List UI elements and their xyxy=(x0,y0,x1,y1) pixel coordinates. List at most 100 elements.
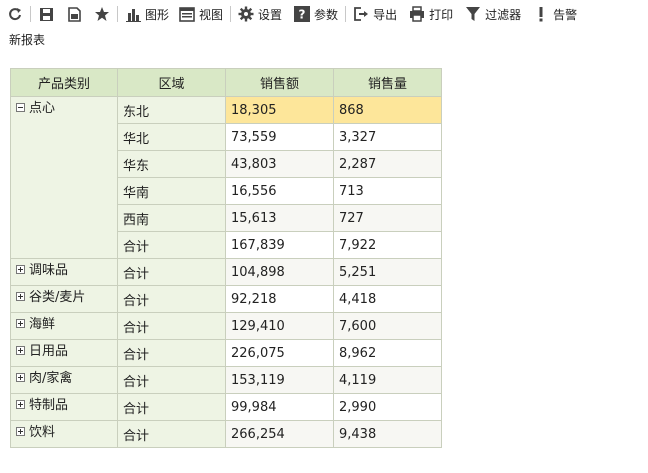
print-button-label: 打印 xyxy=(429,7,454,22)
sales-cell: 167,839 xyxy=(225,231,334,259)
export-button[interactable]: 导出 xyxy=(353,0,397,28)
alert-button[interactable]: 告警 xyxy=(533,0,577,28)
sales-cell: 153,119 xyxy=(225,366,334,394)
gear-icon xyxy=(238,6,254,22)
sales-cell: 16,556 xyxy=(225,177,334,205)
column-header-region[interactable]: 区域 xyxy=(117,68,226,97)
expand-toggle-icon[interactable] xyxy=(16,265,25,274)
region-cell: 华南 xyxy=(117,177,226,205)
funnel-icon xyxy=(465,6,481,22)
sales-cell: 15,613 xyxy=(225,204,334,232)
table-row[interactable]: 海鲜 合计 129,410 7,600 xyxy=(10,312,442,340)
export-button-label: 导出 xyxy=(373,7,398,22)
question-icon: ? xyxy=(294,6,311,22)
print-button[interactable]: 打印 xyxy=(409,0,453,28)
favorite-button[interactable] xyxy=(94,0,110,28)
table-header-row: 产品类别 区域 销售额 销售量 xyxy=(10,68,442,97)
exclamation-icon xyxy=(533,6,549,22)
quantity-cell: 727 xyxy=(333,204,442,232)
category-cell-dianxin[interactable]: 点心 xyxy=(10,96,118,259)
sales-cell: 266,254 xyxy=(225,420,334,448)
refresh-button[interactable] xyxy=(7,0,23,28)
category-label: 特制品 xyxy=(29,398,69,413)
params-button-label: 参数 xyxy=(314,7,339,22)
expand-toggle-icon[interactable] xyxy=(16,292,25,301)
column-header-sales[interactable]: 销售额 xyxy=(225,68,334,97)
star-icon xyxy=(94,6,110,22)
category-cell[interactable]: 谷类/麦片 xyxy=(10,285,118,313)
quantity-cell: 3,327 xyxy=(333,123,442,151)
region-cell: 合计 xyxy=(117,285,226,313)
sales-cell: 226,075 xyxy=(225,339,334,367)
filter-button[interactable]: 过滤器 xyxy=(465,0,521,28)
sales-cell: 92,218 xyxy=(225,285,334,313)
column-header-category[interactable]: 产品类别 xyxy=(10,68,118,97)
view-button[interactable]: 视图 xyxy=(179,0,223,28)
sales-cell: 104,898 xyxy=(225,258,334,286)
view-button-label: 视图 xyxy=(199,7,224,22)
quantity-cell: 8,962 xyxy=(333,339,442,367)
region-cell: 合计 xyxy=(117,312,226,340)
category-label: 谷类/麦片 xyxy=(29,290,86,305)
svg-text:?: ? xyxy=(299,8,306,22)
refresh-icon xyxy=(7,6,23,22)
settings-button[interactable]: 设置 xyxy=(238,0,282,28)
save-button[interactable] xyxy=(38,0,54,28)
quantity-cell: 2,287 xyxy=(333,150,442,178)
expand-toggle-icon[interactable] xyxy=(16,373,25,382)
sales-report-table: 产品类别 区域 销售额 销售量 点心 东北 18,305 868 华北 73,5… xyxy=(10,68,442,448)
quantity-cell: 7,922 xyxy=(333,231,442,259)
category-label: 海鲜 xyxy=(29,317,56,332)
table-row[interactable]: 谷类/麦片 合计 92,218 4,418 xyxy=(10,285,442,313)
table-row[interactable]: 点心 东北 18,305 868 xyxy=(10,96,442,259)
bar-chart-icon xyxy=(125,6,141,22)
sales-cell: 18,305 xyxy=(225,96,334,124)
region-cell: 合计 xyxy=(117,366,226,394)
category-cell[interactable]: 肉/家禽 xyxy=(10,366,118,394)
table-row[interactable]: 饮料 合计 266,254 9,438 xyxy=(10,420,442,448)
category-cell[interactable]: 调味品 xyxy=(10,258,118,286)
table-row[interactable]: 肉/家禽 合计 153,119 4,119 xyxy=(10,366,442,394)
quantity-cell: 5,251 xyxy=(333,258,442,286)
category-label: 饮料 xyxy=(29,425,56,440)
table-row[interactable]: 特制品 合计 99,984 2,990 xyxy=(10,393,442,421)
quantity-cell: 868 xyxy=(333,96,442,124)
filter-button-label: 过滤器 xyxy=(485,7,522,22)
params-button[interactable]: ? 参数 xyxy=(294,0,338,28)
settings-button-label: 设置 xyxy=(258,7,283,22)
expand-toggle-icon[interactable] xyxy=(16,346,25,355)
expand-toggle-icon[interactable] xyxy=(16,427,25,436)
view-icon xyxy=(179,6,195,22)
save-as-button[interactable] xyxy=(66,0,82,28)
region-cell: 华北 xyxy=(117,123,226,151)
quantity-cell: 7,600 xyxy=(333,312,442,340)
region-cell: 合计 xyxy=(117,258,226,286)
category-label: 点心 xyxy=(29,101,56,116)
region-cell: 华东 xyxy=(117,150,226,178)
expand-toggle-icon[interactable] xyxy=(16,319,25,328)
expand-toggle-icon[interactable] xyxy=(16,400,25,409)
category-cell[interactable]: 饮料 xyxy=(10,420,118,448)
collapse-toggle-icon[interactable] xyxy=(16,103,25,112)
quantity-cell: 9,438 xyxy=(333,420,442,448)
category-cell[interactable]: 日用品 xyxy=(10,339,118,367)
column-header-quantity[interactable]: 销售量 xyxy=(333,68,442,97)
report-title: 新报表 xyxy=(9,33,46,47)
export-icon xyxy=(353,6,369,22)
sales-cell: 43,803 xyxy=(225,150,334,178)
toolbar: 图形 视图 设置 ? 参数 导出 打印 过滤器 告警 xyxy=(0,0,648,28)
category-label: 日用品 xyxy=(29,344,69,359)
toolbar-separator xyxy=(345,6,347,22)
quantity-cell: 4,119 xyxy=(333,366,442,394)
table-row[interactable]: 调味品 合计 104,898 5,251 xyxy=(10,258,442,286)
category-cell[interactable]: 海鲜 xyxy=(10,312,118,340)
category-cell[interactable]: 特制品 xyxy=(10,393,118,421)
toolbar-separator xyxy=(230,6,232,22)
printer-icon xyxy=(409,6,425,22)
chart-button[interactable]: 图形 xyxy=(125,0,169,28)
chart-button-label: 图形 xyxy=(145,7,170,22)
quantity-cell: 713 xyxy=(333,177,442,205)
save-icon xyxy=(38,6,54,22)
table-row[interactable]: 日用品 合计 226,075 8,962 xyxy=(10,339,442,367)
sales-cell: 99,984 xyxy=(225,393,334,421)
